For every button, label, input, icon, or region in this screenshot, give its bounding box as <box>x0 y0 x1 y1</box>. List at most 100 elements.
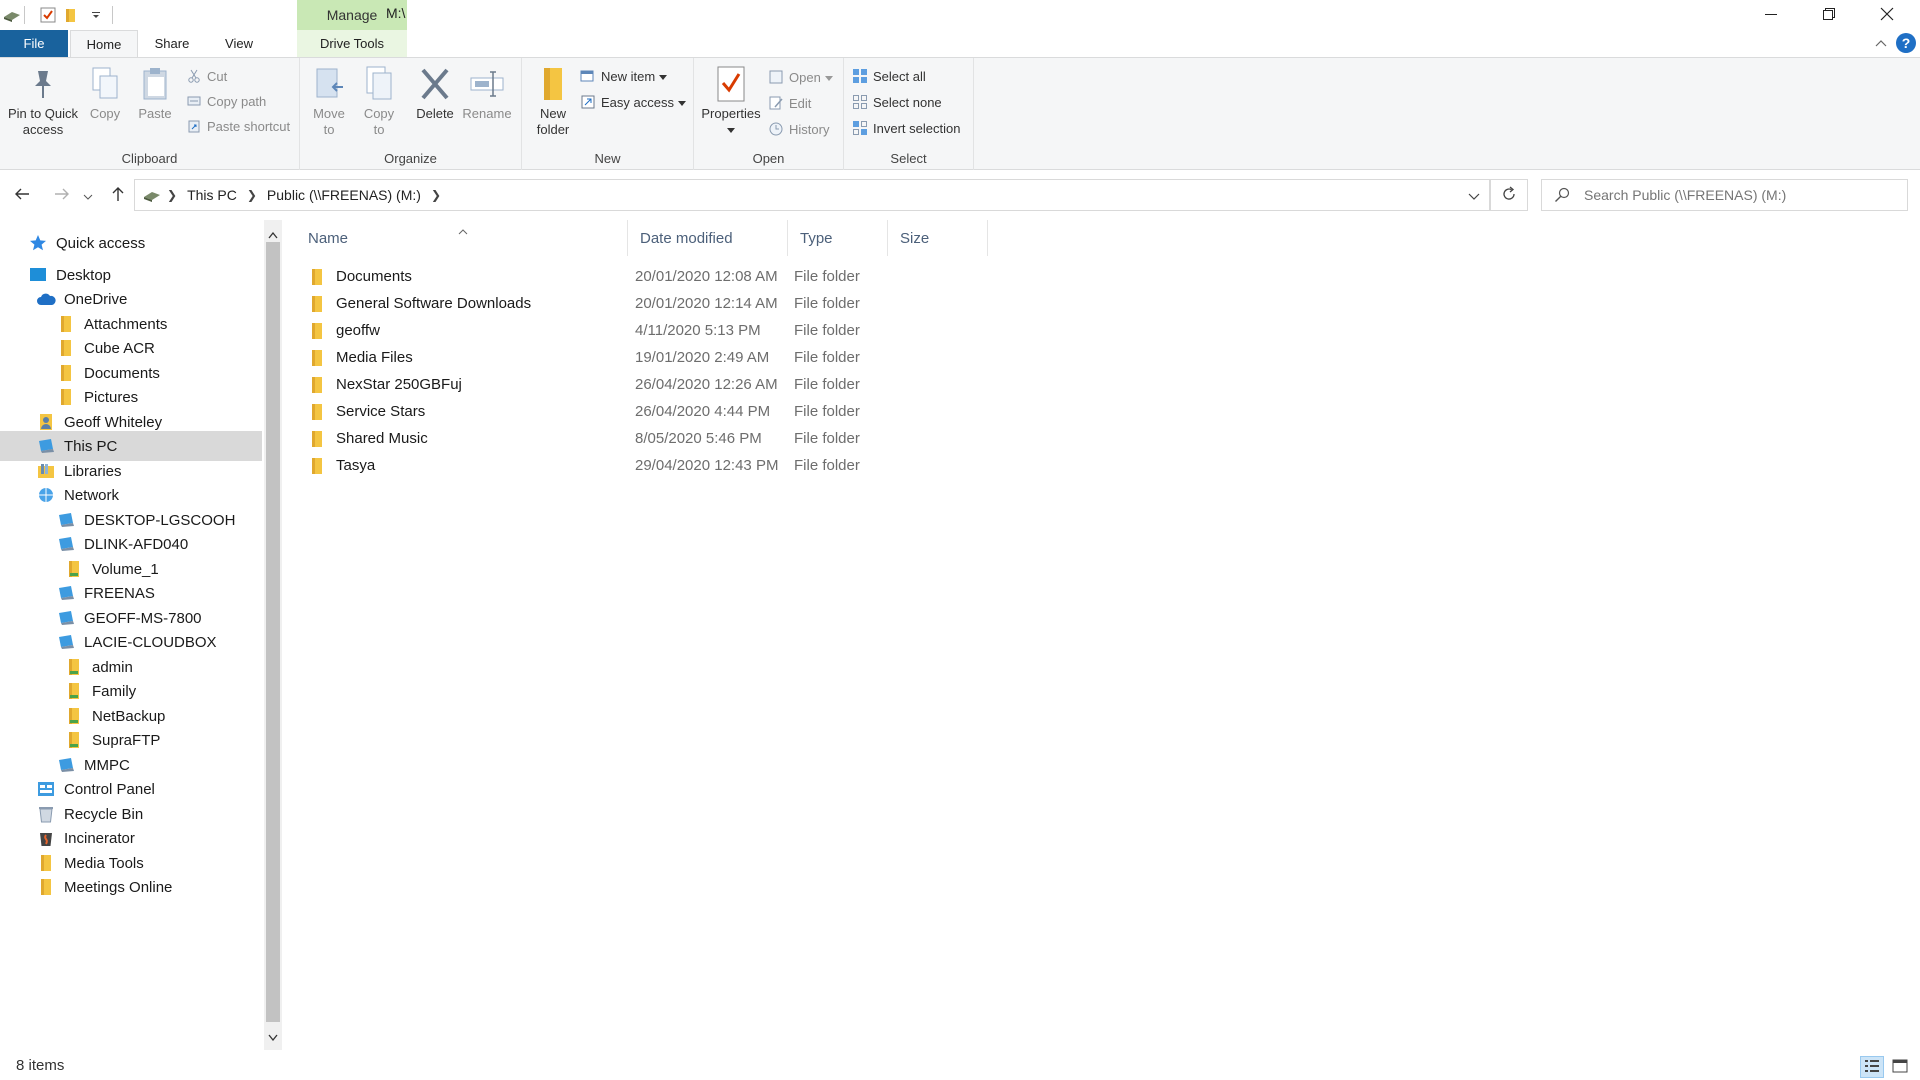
invert-selection-button[interactable]: Invert selection <box>852 117 960 139</box>
details-view-button[interactable] <box>1860 1056 1884 1078</box>
select-none-label: Select none <box>873 94 942 110</box>
tab-home[interactable]: Home <box>70 30 138 58</box>
back-button[interactable] <box>10 183 34 207</box>
new-folder-qat-icon[interactable] <box>62 5 82 25</box>
open-dropdown-icon <box>824 70 833 85</box>
file-row[interactable]: Media Files 19/01/2020 2:49 AM File folder <box>296 344 1920 371</box>
ribbon-collapse-icon[interactable] <box>1872 34 1890 52</box>
properties-qat-icon[interactable] <box>38 5 58 25</box>
breadcrumb-separator-icon[interactable]: ❯ <box>161 188 183 202</box>
move-to-label-2: to <box>323 122 335 137</box>
search-input[interactable] <box>1584 187 1884 203</box>
details-view-icon <box>1864 1059 1880 1076</box>
history-button[interactable]: History <box>768 118 829 140</box>
scrollbar-thumb[interactable] <box>266 242 280 1022</box>
new-item-label: New item <box>601 68 656 84</box>
file-date-modified: 26/04/2020 12:26 AM <box>635 376 778 393</box>
address-history-dropdown[interactable] <box>1458 179 1490 211</box>
open-button[interactable]: Open <box>768 66 833 88</box>
nav-item-label: Meetings Online <box>64 878 173 896</box>
file-row[interactable]: geoffw 4/11/2020 5:13 PM File folder <box>296 317 1920 344</box>
tab-share[interactable]: Share <box>140 30 204 57</box>
nav-item-label: NetBackup <box>92 707 166 725</box>
large-icons-view-button[interactable] <box>1888 1056 1912 1078</box>
forward-arrow-icon <box>54 187 70 204</box>
navigation-pane-scrollbar[interactable] <box>264 220 282 1050</box>
new-item-button[interactable]: New item <box>580 65 668 87</box>
new-group: New folder New item Easy access New <box>522 58 694 170</box>
restore-button[interactable] <box>1800 0 1858 30</box>
breadcrumb-separator-icon[interactable]: ❯ <box>241 188 263 202</box>
nav-item[interactable]: Quick access <box>0 228 262 258</box>
new-folder-button[interactable]: New folder <box>530 64 576 138</box>
navigation-pane: Quick access Desktop OneDrive Attachments Cu… <box>0 220 264 1050</box>
scissors-icon <box>186 68 202 84</box>
delete-button[interactable]: Delete <box>414 64 456 122</box>
history-icon <box>768 121 784 137</box>
select-all-button[interactable]: Select all <box>852 65 926 87</box>
file-row[interactable]: Documents 20/01/2020 12:08 AM File folder <box>296 263 1920 290</box>
tab-drive-tools[interactable]: Drive Tools <box>297 30 407 57</box>
properties-button[interactable]: Properties <box>698 64 764 138</box>
edit-button[interactable]: Edit <box>768 92 811 114</box>
column-header-size[interactable]: Size <box>888 220 988 256</box>
pin-to-quick-access-button[interactable]: Pin to Quick access <box>4 64 82 138</box>
scroll-up-icon[interactable] <box>268 226 278 242</box>
file-type: File folder <box>794 376 860 393</box>
copy-path-button[interactable]: Copy path <box>186 90 266 112</box>
file-name: Tasya <box>336 457 376 474</box>
column-header-date-modified[interactable]: Date modified <box>628 220 788 256</box>
nav-item[interactable]: Meetings Online <box>0 872 262 902</box>
easy-access-button[interactable]: Easy access <box>580 91 686 113</box>
file-date-modified: 8/05/2020 5:46 PM <box>635 430 762 447</box>
copy-button[interactable]: Copy <box>84 64 126 122</box>
copy-to-button[interactable]: Copy to <box>358 64 400 138</box>
move-to-button[interactable]: Move to <box>308 64 350 138</box>
column-header-name[interactable]: Name <box>296 220 628 256</box>
breadcrumb-separator-icon[interactable]: ❯ <box>425 188 447 202</box>
tab-view[interactable]: View <box>208 30 270 57</box>
address-bar[interactable]: ❯ This PC ❯ Public (\\FREENAS) (M:) ❯ <box>134 179 1490 211</box>
share-folder-icon <box>64 707 84 725</box>
file-type: File folder <box>794 268 860 285</box>
nav-item-label: SupraFTP <box>92 731 161 749</box>
paste-button[interactable]: Paste <box>134 64 176 122</box>
file-name: Shared Music <box>336 430 428 447</box>
user-folder-icon <box>36 413 56 431</box>
paste-shortcut-button[interactable]: Paste shortcut <box>186 115 290 137</box>
nav-item-label: DLINK-AFD040 <box>84 535 189 553</box>
invert-selection-label: Invert selection <box>873 120 961 136</box>
scroll-down-icon[interactable] <box>268 1028 278 1044</box>
tab-file[interactable]: File <box>0 30 68 57</box>
minimize-button[interactable] <box>1742 0 1800 30</box>
folder-icon <box>56 339 76 357</box>
recent-locations-button[interactable] <box>80 183 96 207</box>
search-box[interactable] <box>1541 179 1908 211</box>
file-row[interactable]: Shared Music 8/05/2020 5:46 PM File folder <box>296 425 1920 452</box>
cut-button[interactable]: Cut <box>186 65 227 87</box>
column-header-type[interactable]: Type <box>788 220 888 256</box>
breadcrumb-this-pc[interactable]: This PC <box>183 187 241 203</box>
breadcrumb-public-drive[interactable]: Public (\\FREENAS) (M:) <box>263 187 425 203</box>
status-bar: 8 items <box>0 1050 1920 1080</box>
title-bar: Manage M:\ <box>0 0 1920 30</box>
file-row[interactable]: Service Stars 26/04/2020 4:44 PM File fold… <box>296 398 1920 425</box>
forward-button[interactable] <box>50 183 74 207</box>
file-row[interactable]: Tasya 29/04/2020 12:43 PM File folder <box>296 452 1920 479</box>
file-row[interactable]: NexStar 250GBFuj 26/04/2020 12:26 AM File … <box>296 371 1920 398</box>
refresh-button[interactable] <box>1490 179 1528 211</box>
select-none-button[interactable]: Select none <box>852 91 942 113</box>
close-button[interactable] <box>1858 0 1916 30</box>
select-group-label: Select <box>890 151 927 166</box>
paste-icon <box>137 64 173 104</box>
nav-item-label: Control Panel <box>64 780 155 798</box>
easy-access-label: Easy access <box>601 94 674 110</box>
folder-icon <box>310 371 324 398</box>
qat-customize-icon[interactable] <box>86 5 106 25</box>
up-button[interactable] <box>106 183 130 207</box>
help-icon[interactable]: ? <box>1896 33 1916 53</box>
nav-item-label: FREENAS <box>84 584 155 602</box>
new-folder-icon <box>535 64 571 104</box>
file-row[interactable]: General Software Downloads 20/01/2020 12:… <box>296 290 1920 317</box>
rename-button[interactable]: Rename <box>460 64 514 122</box>
